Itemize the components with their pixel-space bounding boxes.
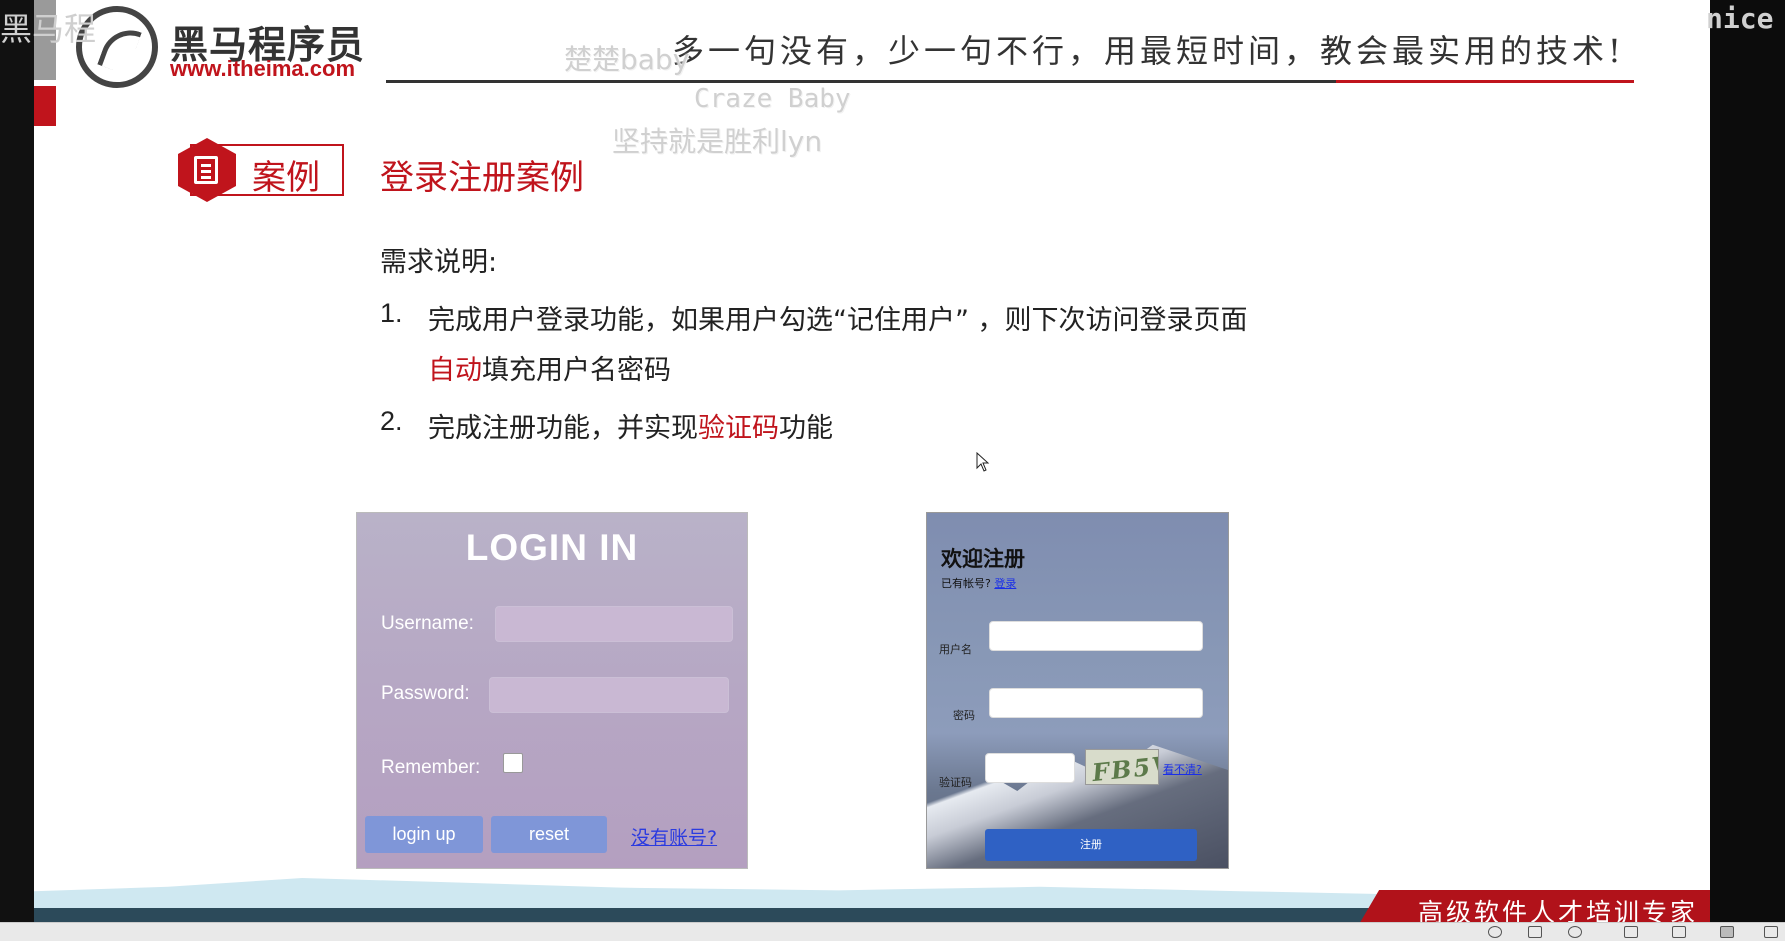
- slideshow-view-icon[interactable]: [1764, 926, 1778, 938]
- login-title: LOGIN IN: [465, 527, 639, 568]
- requirement-2-highlight: 验证码: [698, 413, 779, 444]
- left-black-bar: [0, 0, 34, 941]
- requirement-1-rest: 填充用户名密码: [482, 355, 671, 386]
- no-account-link[interactable]: 没有账号?: [631, 823, 717, 850]
- captcha-text: FB5V: [1090, 749, 1159, 785]
- requirement-number-1: 1.: [380, 298, 403, 328]
- reg-captcha-label: 验证码: [939, 776, 972, 789]
- login-button[interactable]: login up: [365, 816, 483, 853]
- comments-icon[interactable]: [1528, 926, 1542, 938]
- reg-username-label: 用户名: [939, 643, 972, 656]
- captcha-image[interactable]: FB5V: [1085, 749, 1159, 785]
- remember-label: Remember:: [381, 757, 481, 778]
- status-bar: [0, 922, 1785, 941]
- logo-url: www.itheima.com: [170, 56, 356, 81]
- case-label: 案例: [252, 158, 320, 198]
- document-icon-inner: [194, 156, 218, 184]
- watermark-line1: 楚楚baby: [564, 43, 690, 76]
- requirement-1-highlight: 自动: [428, 355, 482, 386]
- watermark-top-left: 黑马程: [0, 10, 97, 48]
- red-tab: [34, 86, 56, 126]
- notes-icon[interactable]: [1488, 926, 1502, 938]
- reg-password-label: 密码: [953, 709, 975, 722]
- reset-button[interactable]: reset: [491, 816, 607, 853]
- footer-slogan: 高级软件人才培训专家: [1418, 898, 1699, 922]
- header-motto: 多一句没有，少一句不行，用最短时间，教会最实用的技术!: [672, 32, 1625, 70]
- requirement-1-line2: 自动填充用户名密码: [428, 348, 671, 387]
- register-subtitle: 已有帐号? 登录: [941, 575, 1016, 591]
- login-form-screenshot: LOGIN IN Username: Password: Remember: l…: [356, 512, 748, 869]
- register-title: 欢迎注册: [941, 547, 1025, 571]
- requirement-2-line: 完成注册功能，并实现验证码功能: [428, 406, 833, 445]
- sorter-view-icon[interactable]: [1672, 926, 1686, 938]
- share-icon[interactable]: [1568, 926, 1582, 938]
- requirements-heading: 需求说明:: [380, 247, 498, 278]
- watermark-nice: nice: [1706, 2, 1774, 35]
- register-form-screenshot: 欢迎注册 已有帐号? 登录 用户名 密码 验证码 FB5V 看不清? 注册: [926, 512, 1229, 869]
- watermark-line3: 坚持就是胜利lyn: [612, 125, 823, 158]
- requirement-1-line1: 完成用户登录功能，如果用户勾选“记住用户” ，则下次访问登录页面: [428, 305, 1248, 336]
- remember-checkbox[interactable]: [503, 753, 523, 773]
- requirement-number-2: 2.: [380, 406, 403, 436]
- slide: 黑马程序员 www.itheima.com 多一句没有，少一句不行，用最短时间，…: [34, 0, 1710, 922]
- header-divider-accent: [1336, 80, 1634, 83]
- requirement-2-pre: 完成注册功能，并实现: [428, 413, 698, 444]
- captcha-refresh-link[interactable]: 看不清?: [1163, 761, 1202, 777]
- password-label: Password:: [381, 683, 470, 704]
- reg-username-input[interactable]: [989, 621, 1203, 651]
- normal-view-icon[interactable]: [1624, 926, 1638, 938]
- reading-view-icon[interactable]: [1720, 926, 1734, 938]
- username-label: Username:: [381, 613, 474, 634]
- has-account-text: 已有帐号?: [941, 577, 991, 590]
- watermark-line2: Craze Baby: [694, 84, 851, 114]
- mouse-cursor-icon: [976, 452, 990, 472]
- username-input[interactable]: [495, 606, 733, 642]
- login-link[interactable]: 登录: [994, 577, 1016, 590]
- case-title: 登录注册案例: [380, 158, 584, 198]
- right-black-bar: [1710, 0, 1785, 941]
- register-submit-button[interactable]: 注册: [985, 829, 1197, 861]
- reg-password-input[interactable]: [989, 688, 1203, 718]
- password-input[interactable]: [489, 677, 729, 713]
- reg-captcha-input[interactable]: [985, 753, 1075, 783]
- requirement-2-post: 功能: [779, 413, 833, 444]
